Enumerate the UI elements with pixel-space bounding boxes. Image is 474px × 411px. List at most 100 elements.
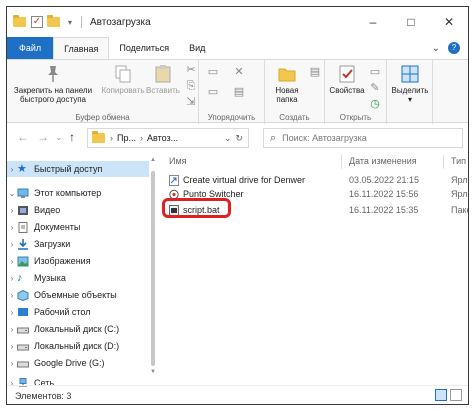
search-input[interactable]: ⌕ Поиск: Автозагрузка	[263, 128, 463, 148]
pin-label: Закрепить на панели быстрого доступа	[13, 86, 93, 104]
nav-item-label: Объемные объекты	[34, 290, 117, 300]
expand-chevron-icon[interactable]: ›	[7, 325, 17, 334]
up-icon[interactable]: ↑	[69, 130, 75, 144]
properties-button[interactable]: Свойства	[327, 64, 367, 95]
table-row[interactable]: Create virtual drive for Denwer 03.05.20…	[159, 173, 468, 187]
nav-scrollbar-thumb[interactable]	[151, 171, 155, 366]
expand-chevron-icon[interactable]: ›	[7, 308, 17, 317]
star-icon: ★	[17, 162, 27, 175]
nav-scrollbar[interactable]: ▲ ▼	[150, 157, 156, 375]
nav-drive-d[interactable]: › Локальный диск (D:)	[7, 338, 149, 354]
desktop-icon	[17, 307, 29, 318]
title-bar: ✓ ▾ Автозагрузка – □ ✕	[7, 7, 468, 37]
expand-chevron-icon[interactable]: ›	[7, 274, 17, 283]
help-icon[interactable]: ?	[448, 42, 460, 54]
expand-chevron-icon[interactable]: ›	[7, 291, 17, 300]
expand-ribbon-icon[interactable]: ⌄	[432, 43, 440, 54]
customize-quick-access-icon[interactable]: ▾	[65, 18, 75, 27]
copy-to-icon[interactable]: ▭	[207, 86, 219, 98]
copy-path-icon[interactable]: ⎘	[185, 80, 197, 92]
address-row: ← → ⌄ ↑ › Пр... › Автоз... ⌄ ↻ ⌕ Поиск: …	[7, 124, 468, 152]
expand-chevron-icon[interactable]: ›	[7, 257, 17, 266]
nav-desktop[interactable]: › Рабочий стол	[7, 304, 149, 320]
breadcrumb-separator-icon: ›	[139, 133, 143, 143]
new-item-icon[interactable]: ▤	[309, 66, 321, 78]
collapse-chevron-icon[interactable]: ⌄	[7, 189, 17, 198]
nav-quick-access[interactable]: › ★ Быстрый доступ	[7, 161, 149, 177]
new-folder-button[interactable]: Новая папка	[267, 64, 307, 104]
column-header-name[interactable]: Имя	[169, 153, 187, 169]
tab-view[interactable]: Вид	[179, 37, 215, 59]
edit-icon[interactable]: ✎	[369, 82, 381, 94]
column-header-type[interactable]: Тип	[451, 153, 466, 169]
nav-music[interactable]: › ♪ Музыка	[7, 270, 149, 286]
cut-icon[interactable]: ✂	[185, 64, 197, 76]
back-icon[interactable]: ←	[17, 130, 29, 144]
column-header-date[interactable]: Дата изменения	[349, 153, 417, 169]
nav-drive-c[interactable]: › Локальный диск (C:)	[7, 321, 149, 337]
address-dropdown-icon[interactable]: ⌄	[224, 133, 232, 144]
nav-pictures[interactable]: › Изображения	[7, 253, 149, 269]
tab-file[interactable]: Файл	[7, 37, 54, 59]
nav-this-pc[interactable]: ⌄ Этот компьютер	[7, 185, 149, 201]
nav-videos[interactable]: › Видео	[7, 202, 149, 218]
expand-chevron-icon[interactable]: ›	[7, 359, 17, 368]
paste-shortcut-icon[interactable]: ⇲	[185, 96, 197, 108]
pin-quick-access-button[interactable]: Закрепить на панели быстрого доступа	[11, 64, 95, 104]
expand-chevron-icon[interactable]: ›	[7, 240, 17, 249]
move-to-icon[interactable]: ▭	[207, 66, 219, 78]
explorer-window: ✓ ▾ Автозагрузка – □ ✕ Файл Главная Поде…	[6, 6, 469, 405]
large-icons-view-icon[interactable]	[450, 389, 462, 401]
select-group: Выделить ▾	[387, 60, 433, 124]
minimize-button[interactable]: –	[354, 7, 392, 37]
breadcrumb-programs[interactable]: Пр...	[117, 133, 136, 143]
nav-item-label: Локальный диск (C:)	[34, 324, 120, 334]
rename-icon[interactable]: ▤	[233, 86, 245, 98]
column-separator[interactable]	[341, 155, 342, 169]
select-dropdown-icon: ▾	[407, 95, 412, 104]
breadcrumb-startup[interactable]: Автоз...	[147, 133, 178, 143]
nav-item-label: Google Drive (G:)	[34, 358, 105, 368]
open-icon[interactable]: ▭	[369, 66, 381, 78]
expand-chevron-icon[interactable]: ›	[7, 223, 17, 232]
details-view-icon[interactable]	[435, 389, 447, 401]
nav-3d-objects[interactable]: › Объемные объекты	[7, 287, 149, 303]
file-type: Пакет	[451, 205, 468, 215]
expand-chevron-icon[interactable]: ›	[7, 206, 17, 215]
forward-icon[interactable]: →	[37, 130, 49, 144]
create-group-label: Создать	[279, 113, 310, 122]
new-folder-quick-icon[interactable]	[47, 15, 61, 29]
recent-locations-icon[interactable]: ⌄	[55, 132, 63, 143]
scroll-up-icon[interactable]: ▲	[150, 157, 156, 163]
copy-button[interactable]: Копировать	[99, 64, 147, 95]
downloads-icon	[17, 238, 29, 250]
properties-icon	[337, 64, 357, 84]
clipboard-group-label: Буфер обмена	[75, 113, 130, 122]
expand-chevron-icon[interactable]: ›	[7, 342, 17, 351]
maximize-button[interactable]: □	[392, 7, 430, 37]
history-icon[interactable]: ◷	[369, 98, 381, 110]
drive-icon	[17, 341, 29, 352]
file-date: 03.05.2022 21:15	[349, 175, 420, 185]
file-list: Имя Дата изменения Тип Create virtual dr…	[159, 153, 468, 383]
close-button[interactable]: ✕	[430, 7, 468, 37]
navigation-pane: › ★ Быстрый доступ ⌄ Этот компьютер › Ви…	[7, 153, 149, 388]
nav-downloads[interactable]: › Загрузки	[7, 236, 149, 252]
select-button[interactable]: Выделить ▾	[390, 64, 430, 104]
nav-item-label: Документы	[34, 222, 81, 232]
nav-drive-g[interactable]: › Google Drive (G:)	[7, 355, 149, 371]
nav-documents[interactable]: › Документы	[7, 219, 149, 235]
open-group-label: Открыть	[339, 113, 372, 122]
documents-icon	[17, 221, 29, 233]
expand-chevron-icon[interactable]: ›	[7, 165, 17, 174]
address-bar[interactable]: › Пр... › Автоз... ⌄ ↻	[87, 128, 249, 148]
tab-share[interactable]: Поделиться	[109, 37, 179, 59]
column-separator[interactable]	[443, 155, 444, 169]
refresh-icon[interactable]: ↻	[235, 133, 243, 144]
organize-group-label: Упорядочить	[207, 113, 256, 122]
delete-icon[interactable]: ✕	[233, 66, 245, 78]
paste-button[interactable]: Вставить	[145, 64, 181, 95]
scroll-down-icon[interactable]: ▼	[150, 369, 156, 375]
properties-quick-icon[interactable]: ✓	[31, 16, 43, 28]
tab-home[interactable]: Главная	[53, 37, 110, 59]
